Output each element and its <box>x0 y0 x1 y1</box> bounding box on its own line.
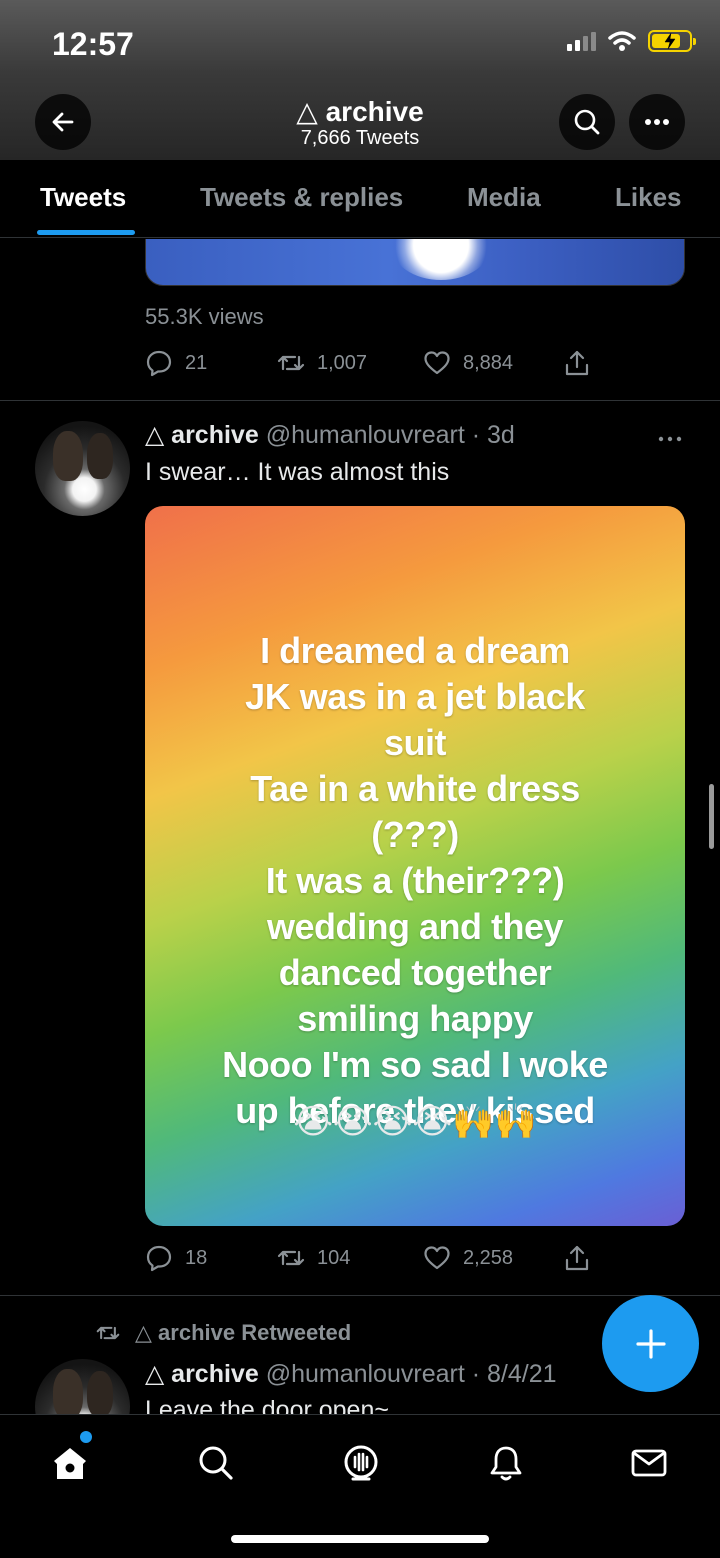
bell-icon <box>490 1446 522 1481</box>
like-count: 2,258 <box>463 1246 514 1269</box>
tweet-feed[interactable]: 55.3K views 21 1,007 8,884 △ archive @hu… <box>0 239 720 1414</box>
avatar[interactable] <box>35 1359 130 1414</box>
display-name[interactable]: △ archive <box>145 421 259 449</box>
nav-spaces[interactable] <box>337 1439 385 1487</box>
home-notification-dot <box>80 1431 92 1443</box>
share-icon <box>565 350 589 376</box>
tweet-header: △ archive @humanlouvreart · 8/4/21 <box>145 1359 557 1389</box>
image-text: I dreamed a dream JK was in a jet black … <box>145 628 685 1134</box>
retweet-count: 1,007 <box>317 351 368 374</box>
reply-icon <box>146 350 172 377</box>
heart-icon <box>424 1246 450 1270</box>
nav-messages[interactable] <box>625 1439 673 1487</box>
image-text-line: suit <box>383 722 447 763</box>
retweet-icon <box>277 1250 305 1266</box>
more-icon <box>658 436 682 442</box>
status-icons <box>567 30 696 52</box>
home-indicator <box>231 1535 489 1543</box>
retweet-button[interactable]: 1,007 <box>277 349 367 377</box>
display-name[interactable]: △ archive <box>145 1360 259 1388</box>
tweet-header: △ archive @humanlouvreart · 3d <box>145 420 515 450</box>
reply-count: 21 <box>185 351 208 374</box>
tab-likes[interactable]: Likes <box>615 182 682 213</box>
share-button[interactable] <box>563 1244 591 1272</box>
status-time: 12:57 <box>52 26 134 62</box>
tab-tweets-replies[interactable]: Tweets & replies <box>200 182 403 213</box>
signal-icon <box>567 31 596 51</box>
reply-button[interactable]: 18 <box>145 1244 207 1272</box>
tweet-text: I swear… It was almost this <box>145 458 450 486</box>
tweet-text: Leave the door open~ <box>145 1396 389 1414</box>
image-text-line: (???) <box>371 814 459 855</box>
search-icon <box>199 1446 233 1480</box>
search-icon <box>574 109 600 135</box>
image-text-line: JK was in a jet black <box>245 676 585 717</box>
nav-explore[interactable] <box>192 1439 240 1487</box>
active-tab-indicator <box>37 230 135 235</box>
retweet-icon <box>277 355 305 371</box>
scrollbar[interactable] <box>709 784 714 849</box>
reply-count: 18 <box>185 1246 208 1269</box>
like-button[interactable]: 2,258 <box>423 1244 513 1272</box>
retweeted-text: △ archive Retweeted <box>135 1320 352 1345</box>
retweeted-label: △ archive Retweeted <box>95 1320 351 1346</box>
tweet-media-video[interactable] <box>145 239 685 286</box>
retweet-icon <box>96 1326 120 1340</box>
image-text-line: Tae in a white dress <box>250 768 580 809</box>
image-text-line: smiling happy <box>297 998 533 1039</box>
search-button[interactable] <box>559 94 615 150</box>
compose-tweet-button[interactable] <box>602 1295 699 1392</box>
battery-icon <box>648 30 696 52</box>
nav-notifications[interactable] <box>482 1439 530 1487</box>
microphone-icon <box>344 1445 378 1481</box>
more-button[interactable] <box>629 94 685 150</box>
home-icon <box>54 1448 86 1479</box>
retweet-count: 104 <box>317 1246 351 1269</box>
tweet-divider <box>0 1295 720 1296</box>
tweet-divider <box>0 400 720 401</box>
more-icon <box>645 119 669 125</box>
retweet-button[interactable]: 104 <box>277 1244 350 1272</box>
avatar[interactable] <box>35 421 130 516</box>
profile-tabs: Tweets Tweets & replies Media Likes <box>0 160 720 238</box>
tab-media[interactable]: Media <box>467 182 541 213</box>
image-text-line: I dreamed a dream <box>260 630 570 671</box>
tweet-media-image[interactable]: I dreamed a dream JK was in a jet black … <box>145 506 685 1226</box>
like-count: 8,884 <box>463 351 514 374</box>
wifi-icon <box>608 31 636 51</box>
image-text-line: danced together <box>278 952 552 993</box>
top-header: 12:57 △ archive 7,666 Tweets <box>0 0 720 160</box>
envelope-icon <box>631 1449 667 1477</box>
image-text-line: Nooo I'm so sad I woke <box>222 1044 608 1085</box>
handle-and-time: @humanlouvreart · 8/4/21 <box>265 1360 557 1388</box>
reply-button[interactable]: 21 <box>145 349 207 377</box>
tab-tweets[interactable]: Tweets <box>40 182 126 213</box>
tweet-more-button[interactable] <box>655 422 685 448</box>
view-count: 55.3K views <box>145 304 264 329</box>
image-text-line: It was a (their???) <box>265 860 565 901</box>
image-emojis: 😭😭😭😭🙌🙌 <box>293 1102 537 1142</box>
plus-icon <box>635 1328 666 1359</box>
handle-and-time: @humanlouvreart · 3d <box>265 421 515 449</box>
nav-home[interactable] <box>46 1439 94 1487</box>
heart-icon <box>424 351 450 375</box>
reply-icon <box>146 1245 172 1272</box>
share-icon <box>565 1245 589 1271</box>
share-button[interactable] <box>563 349 591 377</box>
like-button[interactable]: 8,884 <box>423 349 513 377</box>
image-text-line: wedding and they <box>266 906 564 947</box>
